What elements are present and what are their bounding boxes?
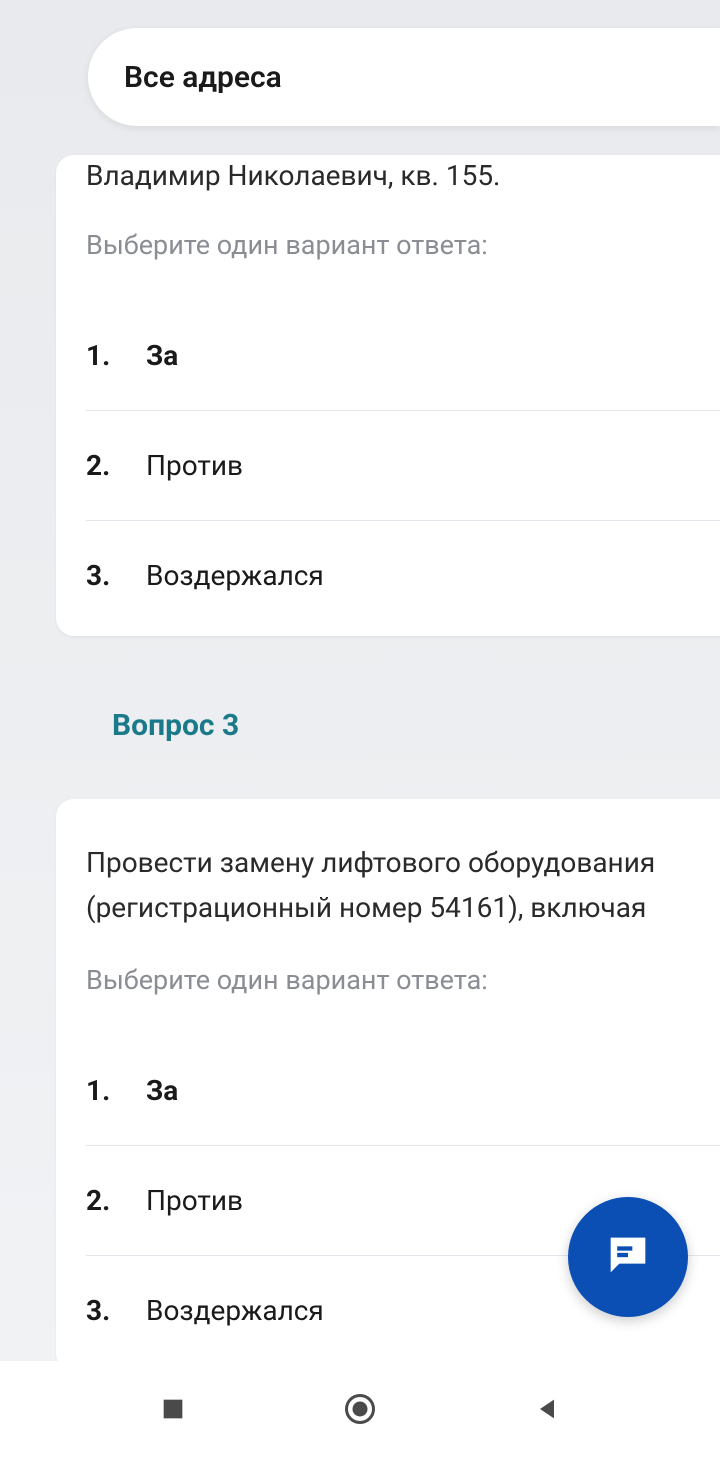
instruction-text: Выберите один вариант ответа: bbox=[86, 229, 720, 261]
nav-recent-button[interactable] bbox=[143, 1381, 203, 1441]
option-za[interactable]: 1. За bbox=[86, 301, 720, 411]
option-label: За bbox=[146, 1074, 178, 1107]
option-label: За bbox=[146, 339, 178, 372]
option-number: 1. bbox=[86, 1074, 146, 1107]
question-heading: Вопрос 3 bbox=[112, 708, 720, 743]
address-label: Все адреса bbox=[124, 60, 282, 95]
option-label: Воздержался bbox=[146, 1294, 324, 1327]
nav-back-button[interactable] bbox=[517, 1381, 577, 1441]
system-nav-bar bbox=[0, 1361, 720, 1461]
option-label: Против bbox=[146, 449, 243, 482]
option-za[interactable]: 1. За bbox=[86, 1036, 720, 1146]
option-number: 3. bbox=[86, 1294, 146, 1327]
question-text: Провести замену лифтового оборудования (… bbox=[86, 839, 720, 931]
option-number: 3. bbox=[86, 559, 146, 592]
option-number: 1. bbox=[86, 339, 146, 372]
question-text: Владимир Николаевич, кв. 155. bbox=[86, 155, 720, 195]
option-vozderzhalsa[interactable]: 3. Воздержался bbox=[86, 521, 720, 592]
nav-home-button[interactable] bbox=[330, 1381, 390, 1441]
option-label: Против bbox=[146, 1184, 243, 1217]
instruction-text: Выберите один вариант ответа: bbox=[86, 964, 720, 996]
question-card-2: Владимир Николаевич, кв. 155. Выберите о… bbox=[56, 155, 720, 636]
option-label: Воздержался bbox=[146, 559, 324, 592]
address-dropdown[interactable]: Все адреса bbox=[88, 28, 720, 126]
circle-icon bbox=[342, 1391, 378, 1431]
chat-icon bbox=[602, 1229, 654, 1285]
chat-fab-button[interactable] bbox=[568, 1197, 688, 1317]
triangle-back-icon bbox=[533, 1395, 561, 1427]
option-number: 2. bbox=[86, 449, 146, 482]
option-protiv[interactable]: 2. Против bbox=[86, 411, 720, 521]
option-number: 2. bbox=[86, 1184, 146, 1217]
square-icon bbox=[159, 1395, 187, 1427]
